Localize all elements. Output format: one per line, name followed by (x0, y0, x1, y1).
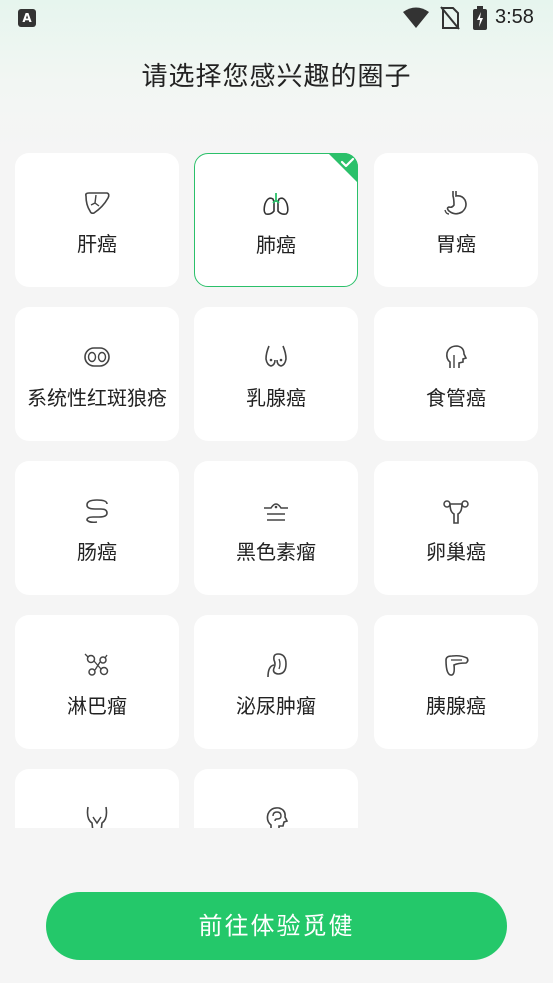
circle-card-esophageal-cancer[interactable]: 食管癌 (374, 307, 538, 441)
circle-label: 食管癌 (426, 386, 486, 410)
circle-label: 泌尿肿瘤 (236, 694, 316, 718)
circle-card-partial-brain[interactable] (194, 769, 358, 828)
circle-card-lung-cancer[interactable]: 肺癌 (194, 153, 358, 287)
pelvis-icon (86, 806, 108, 828)
clock: 3:58 (495, 6, 534, 28)
circle-card-ovarian-cancer[interactable]: 卵巢癌 (374, 461, 538, 595)
status-bar: A 3:58 (0, 0, 553, 38)
pancreas-icon (445, 654, 469, 676)
skin-layer-icon (264, 503, 288, 521)
app-notification-icon: A (18, 9, 36, 27)
circle-card-melanoma[interactable]: 黑色素瘤 (194, 461, 358, 595)
circle-card-stomach-cancer[interactable]: 胃癌 (374, 153, 538, 287)
circle-label: 肝癌 (77, 232, 117, 256)
battery-charging-icon (473, 6, 487, 30)
circle-grid: 肝癌 肺癌 胃癌 系统性红斑狼疮 乳腺癌 食管癌 肠癌 黑色素瘤 卵巢癌 淋巴瘤… (0, 150, 553, 828)
head-profile-icon (446, 345, 468, 368)
liver-icon (85, 192, 110, 215)
circle-card-colorectal-cancer[interactable]: 肠癌 (15, 461, 179, 595)
circle-label: 肺癌 (256, 233, 296, 257)
circle-card-liver-cancer[interactable]: 肝癌 (15, 153, 179, 287)
circle-card-breast-cancer[interactable]: 乳腺癌 (194, 307, 358, 441)
stomach-icon (444, 191, 467, 215)
circle-card-urologic-tumor[interactable]: 泌尿肿瘤 (194, 615, 358, 749)
intestine-icon (86, 499, 108, 524)
circle-label: 淋巴瘤 (67, 694, 127, 718)
wifi-icon (403, 7, 429, 28)
circle-label: 肠癌 (77, 540, 117, 564)
circle-label: 黑色素瘤 (236, 540, 316, 564)
circle-label: 胃癌 (436, 232, 476, 256)
selected-check-icon (328, 153, 358, 183)
breast-icon (265, 345, 287, 367)
circle-card-partial-pelvis[interactable] (15, 769, 179, 828)
lungs-icon (263, 193, 289, 215)
brain-head-icon (266, 807, 289, 828)
lymph-nodes-icon (84, 653, 109, 676)
page-title: 请选择您感兴趣的圈子 (141, 62, 412, 92)
circle-card-lymphoma[interactable]: 淋巴瘤 (15, 615, 179, 749)
uterus-icon (443, 500, 469, 524)
kidney-icon (267, 653, 287, 678)
circle-label: 乳腺癌 (246, 386, 306, 410)
circle-label: 系统性红斑狼疮 (27, 386, 167, 410)
circle-label: 卵巢癌 (426, 540, 486, 564)
start-experience-button[interactable]: 前往体验觅健 (46, 892, 507, 960)
circle-card-pancreatic-cancer[interactable]: 胰腺癌 (374, 615, 538, 749)
circle-label: 胰腺癌 (426, 694, 486, 718)
no-sim-icon (440, 6, 460, 30)
kidneys-icon (84, 347, 110, 367)
circle-card-lupus[interactable]: 系统性红斑狼疮 (15, 307, 179, 441)
